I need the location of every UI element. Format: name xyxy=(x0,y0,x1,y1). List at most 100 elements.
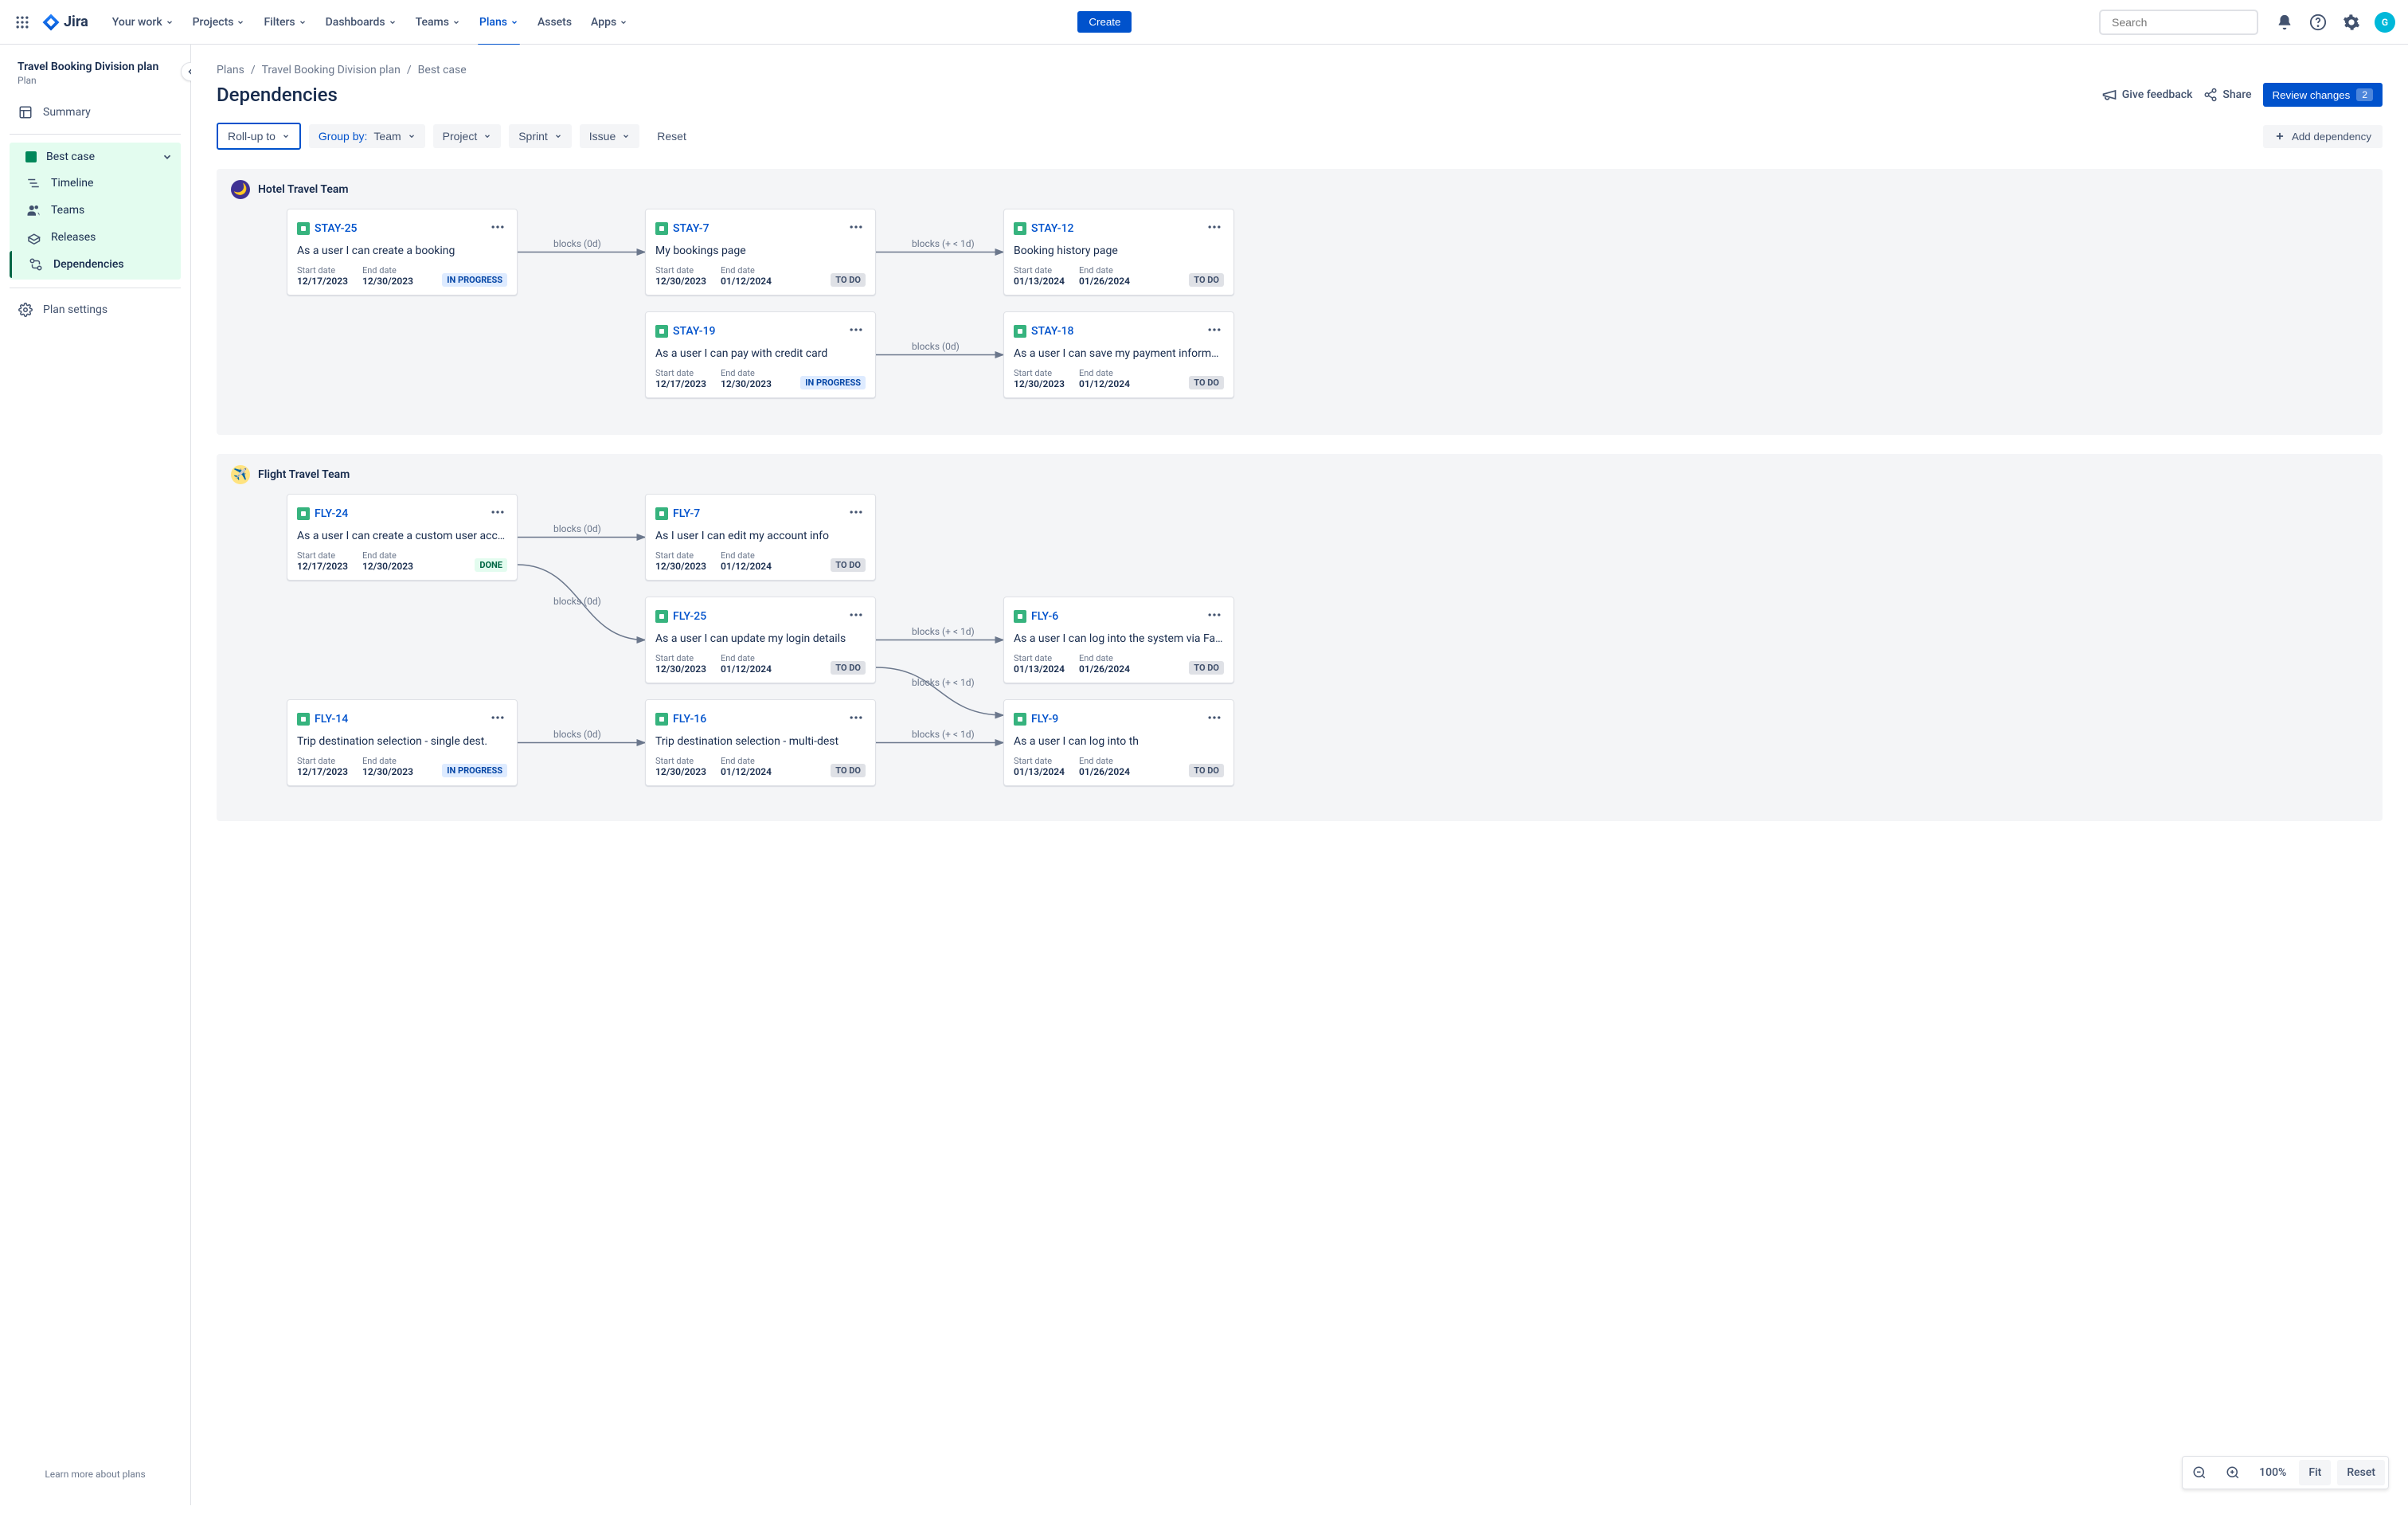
sidebar-footer-link[interactable]: Learn more about plans xyxy=(10,1459,181,1489)
issue-key-link[interactable]: FLY-6 xyxy=(1031,610,1058,623)
nav-item-assets[interactable]: Assets xyxy=(530,11,580,33)
more-icon[interactable] xyxy=(1205,605,1224,628)
add-dependency-button[interactable]: Add dependency xyxy=(2263,125,2383,148)
groupby-filter[interactable]: Group by: Team xyxy=(309,124,425,148)
sprint-filter[interactable]: Sprint xyxy=(509,124,572,148)
dependencies-icon xyxy=(28,257,44,272)
more-icon[interactable] xyxy=(488,503,507,525)
more-icon[interactable] xyxy=(488,217,507,240)
issue-key-link[interactable]: FLY-24 xyxy=(315,507,348,520)
zoom-reset-button[interactable]: Reset xyxy=(2337,1460,2385,1485)
dependency-card[interactable]: FLY-9 As a user I can log into th Start … xyxy=(1003,699,1234,786)
breadcrumb-link[interactable]: Plans xyxy=(217,64,244,76)
issue-key-link[interactable]: FLY-16 xyxy=(673,713,706,726)
timeline-icon xyxy=(25,176,41,190)
share-button[interactable]: Share xyxy=(2203,88,2251,102)
nav-item-your-work[interactable]: Your work xyxy=(104,11,182,33)
chevron-down-icon xyxy=(510,18,518,26)
scenario-color-icon xyxy=(25,151,37,162)
search-input[interactable] xyxy=(2112,16,2256,29)
issue-key-link[interactable]: FLY-14 xyxy=(315,713,348,726)
more-icon[interactable] xyxy=(846,708,866,730)
more-icon[interactable] xyxy=(846,605,866,628)
card-title: As a user I can create a custom user acc… xyxy=(297,530,507,542)
issue-key-link[interactable]: STAY-7 xyxy=(673,222,710,235)
issue-key-link[interactable]: FLY-9 xyxy=(1031,713,1058,726)
breadcrumb-link[interactable]: Best case xyxy=(418,64,467,76)
dependency-card[interactable]: FLY-14 Trip destination selection - sing… xyxy=(287,699,518,786)
notifications-icon[interactable] xyxy=(2274,12,2295,33)
reset-filter-button[interactable]: Reset xyxy=(647,124,696,148)
dependency-card[interactable]: STAY-19 As a user I can pay with credit … xyxy=(645,311,876,398)
dependency-card[interactable]: STAY-18 As a user I can save my payment … xyxy=(1003,311,1234,398)
dependency-card[interactable]: STAY-25 As a user I can create a booking… xyxy=(287,209,518,295)
help-icon[interactable] xyxy=(2308,12,2328,33)
more-icon[interactable] xyxy=(1205,708,1224,730)
connector-label: blocks (0d) xyxy=(553,523,601,534)
zoom-fit-button[interactable]: Fit xyxy=(2299,1460,2331,1485)
sidebar-item-releases[interactable]: Releases xyxy=(10,224,181,251)
dependency-card[interactable]: FLY-7 As I user I can edit my account in… xyxy=(645,494,876,581)
issue-filter[interactable]: Issue xyxy=(580,124,639,148)
story-icon xyxy=(655,610,668,623)
sidebar-item-summary[interactable]: Summary xyxy=(10,99,181,126)
story-icon xyxy=(655,507,668,520)
dependency-card[interactable]: FLY-16 Trip destination selection - mult… xyxy=(645,699,876,786)
sidebar-item-plan-settings[interactable]: Plan settings xyxy=(10,296,181,323)
team-avatar: 🌙 xyxy=(231,180,250,199)
dependency-card[interactable]: FLY-25 As a user I can update my login d… xyxy=(645,597,876,683)
gear-icon xyxy=(18,303,33,317)
zoom-in-button[interactable] xyxy=(2216,1459,2250,1486)
status-badge: TO DO xyxy=(1189,376,1224,389)
project-filter[interactable]: Project xyxy=(433,124,502,148)
breadcrumb-link[interactable]: Travel Booking Division plan xyxy=(262,64,401,76)
issue-key-link[interactable]: STAY-25 xyxy=(315,222,357,235)
card-title: Trip destination selection - single dest… xyxy=(297,735,507,748)
zoom-out-button[interactable] xyxy=(2183,1459,2216,1486)
issue-key-link[interactable]: STAY-12 xyxy=(1031,222,1073,235)
dependency-card[interactable]: FLY-24 As a user I can create a custom u… xyxy=(287,494,518,581)
create-button[interactable]: Create xyxy=(1077,11,1132,33)
sidebar-item-teams[interactable]: Teams xyxy=(10,197,181,224)
status-badge: IN PROGRESS xyxy=(442,273,507,287)
more-icon[interactable] xyxy=(846,217,866,240)
more-icon[interactable] xyxy=(1205,320,1224,342)
share-icon xyxy=(2203,88,2218,102)
give-feedback-button[interactable]: Give feedback xyxy=(2101,87,2193,103)
issue-key-link[interactable]: STAY-18 xyxy=(1031,325,1073,338)
nav-item-projects[interactable]: Projects xyxy=(185,11,253,33)
nav-item-apps[interactable]: Apps xyxy=(583,11,635,33)
team-name: Hotel Travel Team xyxy=(258,183,349,196)
sidebar-item-timeline[interactable]: Timeline xyxy=(10,170,181,197)
dependency-card[interactable]: STAY-7 My bookings page Start date12/30/… xyxy=(645,209,876,295)
issue-key-link[interactable]: FLY-7 xyxy=(673,507,700,520)
settings-icon[interactable] xyxy=(2341,12,2362,33)
dependency-card[interactable]: STAY-12 Booking history page Start date0… xyxy=(1003,209,1234,295)
card-title: Booking history page xyxy=(1014,245,1224,257)
nav-item-teams[interactable]: Teams xyxy=(408,11,468,33)
search-input-container[interactable] xyxy=(2099,10,2258,35)
sidebar-item-dependencies[interactable]: Dependencies xyxy=(10,251,181,278)
more-icon[interactable] xyxy=(846,503,866,525)
more-icon[interactable] xyxy=(488,708,507,730)
nav-item-filters[interactable]: Filters xyxy=(256,11,314,33)
story-icon xyxy=(297,713,310,726)
more-icon[interactable] xyxy=(1205,217,1224,240)
dependency-card[interactable]: FLY-6 As a user I can log into the syste… xyxy=(1003,597,1234,683)
nav-item-plans[interactable]: Plans xyxy=(471,11,526,33)
status-badge: TO DO xyxy=(831,273,866,287)
nav-item-dashboards[interactable]: Dashboards xyxy=(318,11,405,33)
chevron-down-icon xyxy=(236,18,244,26)
chevron-down-icon xyxy=(620,18,627,26)
user-avatar[interactable]: G xyxy=(2375,12,2395,33)
more-icon[interactable] xyxy=(846,320,866,342)
review-changes-button[interactable]: Review changes 2 xyxy=(2263,83,2383,107)
jira-logo[interactable]: Jira xyxy=(41,13,88,32)
app-switcher-icon[interactable] xyxy=(13,13,32,32)
issue-key-link[interactable]: FLY-25 xyxy=(673,610,706,623)
connector-label: blocks (+ < 1d) xyxy=(912,677,975,688)
rollup-filter[interactable]: Roll-up to xyxy=(217,123,301,150)
issue-key-link[interactable]: STAY-19 xyxy=(673,325,715,338)
sidebar-scenario-bestcase[interactable]: Best case xyxy=(10,144,181,170)
status-badge: DONE xyxy=(475,558,507,572)
